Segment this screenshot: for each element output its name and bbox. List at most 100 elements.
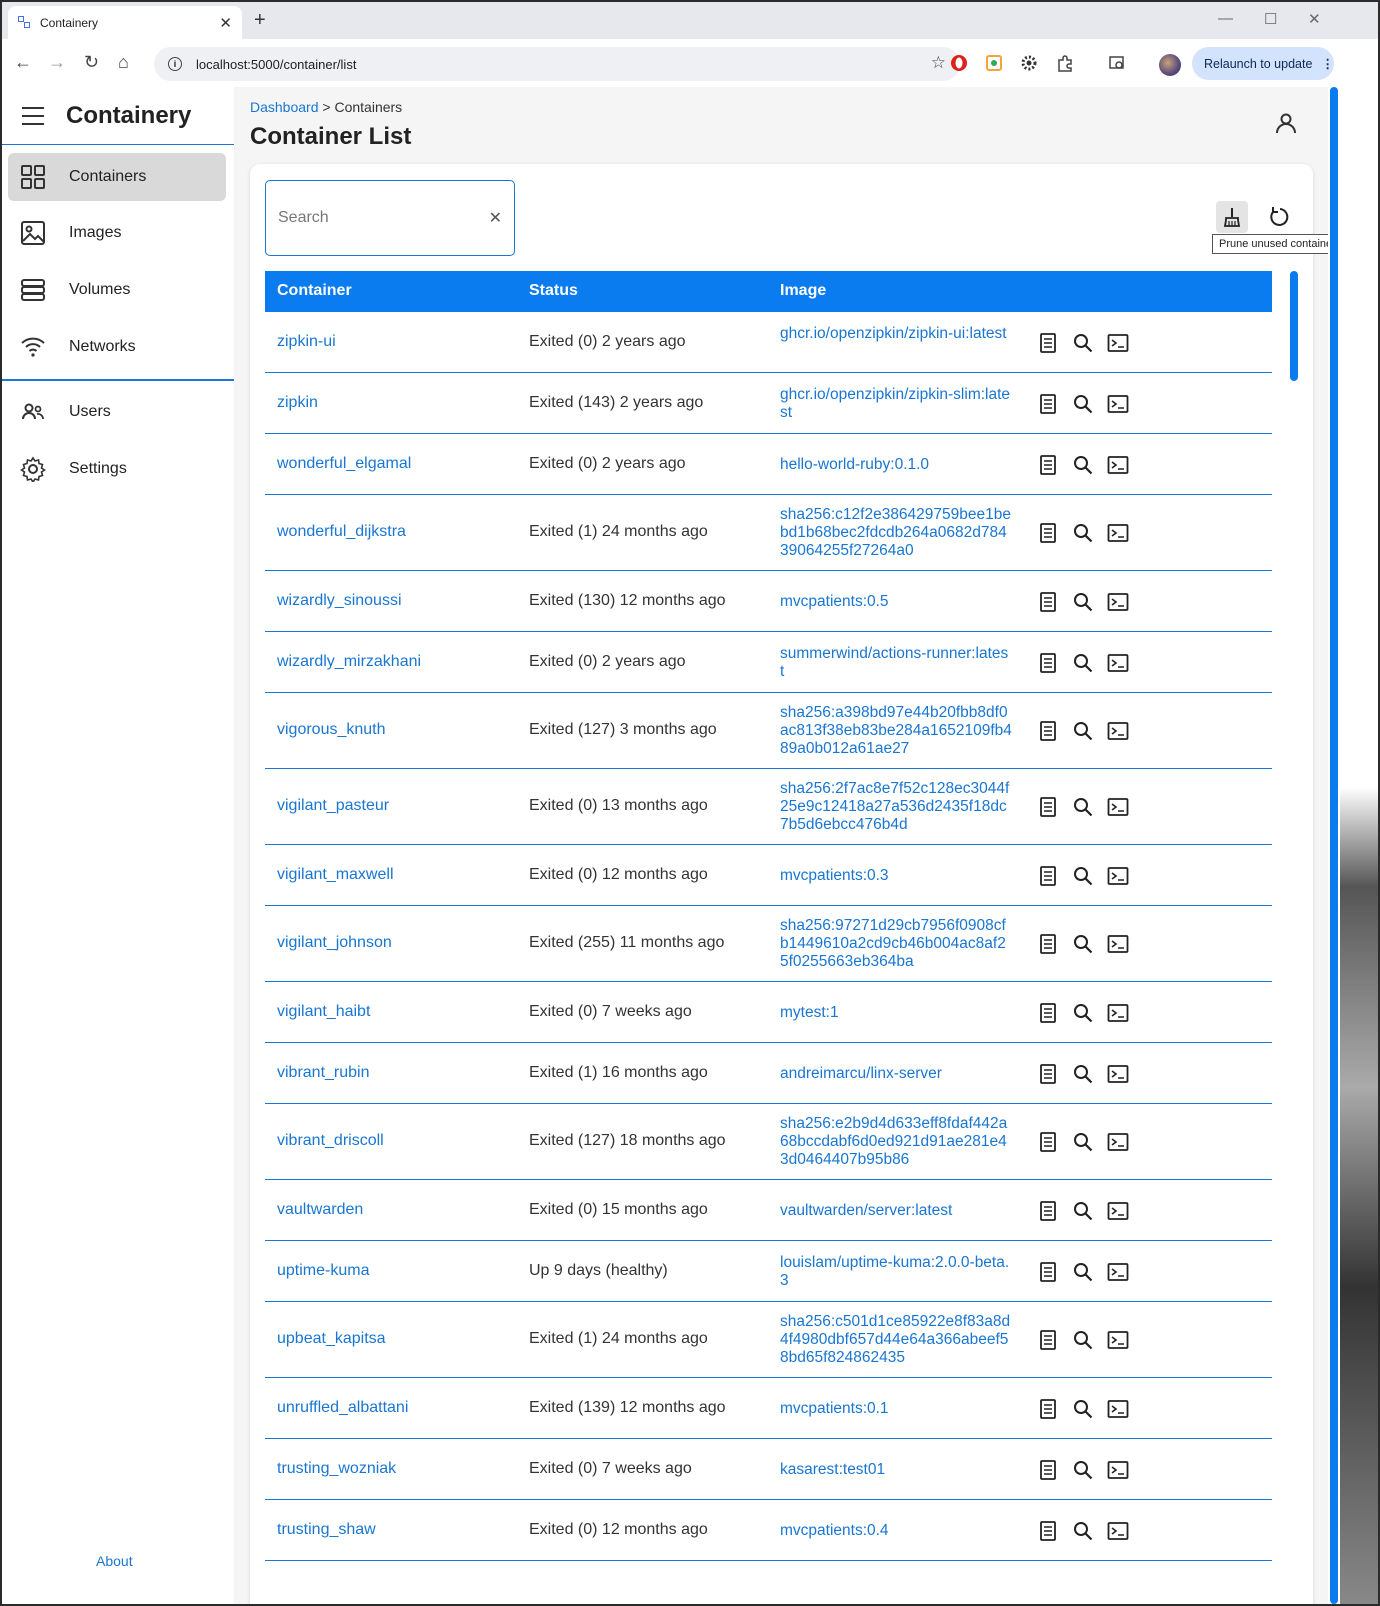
container-image-link[interactable]: sha256:c12f2e386429759bee1bebd1b68bec2fd…	[780, 506, 1012, 560]
inspect-button[interactable]	[1072, 1261, 1094, 1288]
sidebar-item-networks[interactable]: Networks	[8, 323, 226, 371]
container-image-link[interactable]: kasarest:test01	[780, 1461, 1012, 1479]
view-logs-button[interactable]	[1037, 1002, 1059, 1029]
inspect-button[interactable]	[1072, 1520, 1094, 1547]
breadcrumb-dashboard-link[interactable]: Dashboard	[250, 99, 319, 115]
site-info-icon[interactable]: i	[168, 57, 182, 71]
open-terminal-button[interactable]	[1107, 1261, 1129, 1288]
open-terminal-button[interactable]	[1107, 933, 1129, 960]
inspect-button[interactable]	[1072, 1398, 1094, 1425]
reload-icon[interactable]: ↻	[84, 52, 99, 73]
open-terminal-button[interactable]	[1107, 332, 1129, 359]
container-image-link[interactable]: vaultwarden/server:latest	[780, 1202, 1012, 1220]
close-tab-icon[interactable]: ✕	[219, 14, 232, 32]
inspect-button[interactable]	[1072, 1131, 1094, 1158]
container-name-link[interactable]: wonderful_elgamal	[277, 455, 411, 473]
inspect-button[interactable]	[1072, 522, 1094, 549]
container-name-link[interactable]: wizardly_sinoussi	[277, 592, 402, 610]
column-header-status[interactable]: Status	[529, 282, 578, 300]
back-icon[interactable]: ←	[14, 52, 32, 73]
container-name-link[interactable]: wizardly_mirzakhani	[277, 653, 421, 671]
inspect-button[interactable]	[1072, 865, 1094, 892]
container-image-link[interactable]: sha256:a398bd97e44b20fbb8df0ac813f38eb83…	[780, 704, 1012, 758]
sidebar-item-images[interactable]: Images	[8, 209, 226, 257]
view-logs-button[interactable]	[1037, 1131, 1059, 1158]
inspect-button[interactable]	[1072, 591, 1094, 618]
relaunch-button[interactable]: Relaunch to update ⋮	[1192, 47, 1334, 80]
inspect-button[interactable]	[1072, 332, 1094, 359]
container-name-link[interactable]: zipkin-ui	[277, 333, 336, 351]
user-account-icon[interactable]	[1274, 111, 1298, 135]
opera-extension-icon[interactable]	[950, 54, 968, 72]
container-image-link[interactable]: sha256:e2b9d4d633eff8fdaf442a68bccdabf6d…	[780, 1115, 1012, 1169]
container-name-link[interactable]: vigorous_knuth	[277, 721, 386, 739]
container-name-link[interactable]: unruffled_albattani	[277, 1399, 408, 1417]
inspect-button[interactable]	[1072, 1200, 1094, 1227]
container-name-link[interactable]: trusting_shaw	[277, 1521, 376, 1539]
open-terminal-button[interactable]	[1107, 865, 1129, 892]
sidebar-item-containers[interactable]: Containers	[8, 153, 226, 201]
container-image-link[interactable]: mvcpatients:0.1	[780, 1400, 1012, 1418]
search-input[interactable]	[278, 209, 489, 227]
view-logs-button[interactable]	[1037, 1398, 1059, 1425]
open-terminal-button[interactable]	[1107, 522, 1129, 549]
container-image-link[interactable]: ghcr.io/openzipkin/zipkin-slim:latest	[780, 386, 1012, 422]
view-logs-button[interactable]	[1037, 1063, 1059, 1090]
container-image-link[interactable]: mvcpatients:0.3	[780, 867, 1012, 885]
view-logs-button[interactable]	[1037, 720, 1059, 747]
window-close-icon[interactable]: ✕	[1308, 10, 1321, 28]
view-logs-button[interactable]	[1037, 393, 1059, 420]
sidebar-item-settings[interactable]: Settings	[8, 445, 226, 493]
open-terminal-button[interactable]	[1107, 652, 1129, 679]
container-image-link[interactable]: louislam/uptime-kuma:2.0.0-beta.3	[780, 1254, 1012, 1290]
container-image-link[interactable]: andreimarcu/linx-server	[780, 1065, 1012, 1083]
view-logs-button[interactable]	[1037, 1329, 1059, 1356]
minimize-icon[interactable]: —	[1218, 10, 1233, 27]
view-logs-button[interactable]	[1037, 933, 1059, 960]
view-logs-button[interactable]	[1037, 796, 1059, 823]
container-image-link[interactable]: mvcpatients:0.5	[780, 593, 1012, 611]
view-logs-button[interactable]	[1037, 1200, 1059, 1227]
container-name-link[interactable]: zipkin	[277, 394, 318, 412]
container-image-link[interactable]: mvcpatients:0.4	[780, 1522, 1012, 1540]
open-terminal-button[interactable]	[1107, 1459, 1129, 1486]
container-image-link[interactable]: summerwind/actions-runner:latest	[780, 645, 1012, 681]
color-extension-icon[interactable]	[985, 54, 1003, 72]
open-terminal-button[interactable]	[1107, 720, 1129, 747]
column-header-container[interactable]: Container	[277, 282, 352, 300]
container-image-link[interactable]: mytest:1	[780, 1004, 1012, 1022]
open-terminal-button[interactable]	[1107, 591, 1129, 618]
clear-search-icon[interactable]: ✕	[489, 208, 502, 228]
inspect-button[interactable]	[1072, 454, 1094, 481]
open-terminal-button[interactable]	[1107, 1329, 1129, 1356]
table-scrollbar[interactable]	[1290, 271, 1298, 381]
open-terminal-button[interactable]	[1107, 1131, 1129, 1158]
view-logs-button[interactable]	[1037, 332, 1059, 359]
container-image-link[interactable]: sha256:2f7ac8e7f52c128ec3044f25e9c12418a…	[780, 780, 1012, 834]
refresh-button[interactable]	[1266, 203, 1294, 231]
view-logs-button[interactable]	[1037, 1261, 1059, 1288]
view-logs-button[interactable]	[1037, 1520, 1059, 1547]
new-tab-icon[interactable]: +	[254, 9, 266, 32]
inspect-button[interactable]	[1072, 1459, 1094, 1486]
sidebar-item-volumes[interactable]: Volumes	[8, 266, 226, 314]
container-name-link[interactable]: vibrant_rubin	[277, 1064, 370, 1082]
view-logs-button[interactable]	[1037, 865, 1059, 892]
forward-icon[interactable]: →	[48, 52, 66, 73]
container-name-link[interactable]: vigilant_maxwell	[277, 866, 394, 884]
profile-avatar[interactable]	[1159, 54, 1181, 76]
view-logs-button[interactable]	[1037, 1459, 1059, 1486]
container-image-link[interactable]: sha256:c501d1ce85922e8f83a8d4f4980dbf657…	[780, 1313, 1012, 1367]
container-image-link[interactable]: ghcr.io/openzipkin/zipkin-ui:latest	[780, 325, 1012, 343]
open-terminal-button[interactable]	[1107, 1200, 1129, 1227]
container-name-link[interactable]: upbeat_kapitsa	[277, 1330, 386, 1348]
prune-containers-button[interactable]	[1216, 201, 1248, 233]
view-logs-button[interactable]	[1037, 522, 1059, 549]
inspect-button[interactable]	[1072, 1002, 1094, 1029]
bookmark-star-icon[interactable]: ☆	[931, 53, 946, 73]
search-field[interactable]: ✕	[265, 180, 515, 256]
inspect-button[interactable]	[1072, 933, 1094, 960]
extensions-puzzle-icon[interactable]	[1056, 54, 1074, 72]
container-image-link[interactable]: hello-world-ruby:0.1.0	[780, 456, 1012, 474]
container-image-link[interactable]: sha256:97271d29cb7956f0908cfb1449610a2cd…	[780, 917, 1012, 971]
